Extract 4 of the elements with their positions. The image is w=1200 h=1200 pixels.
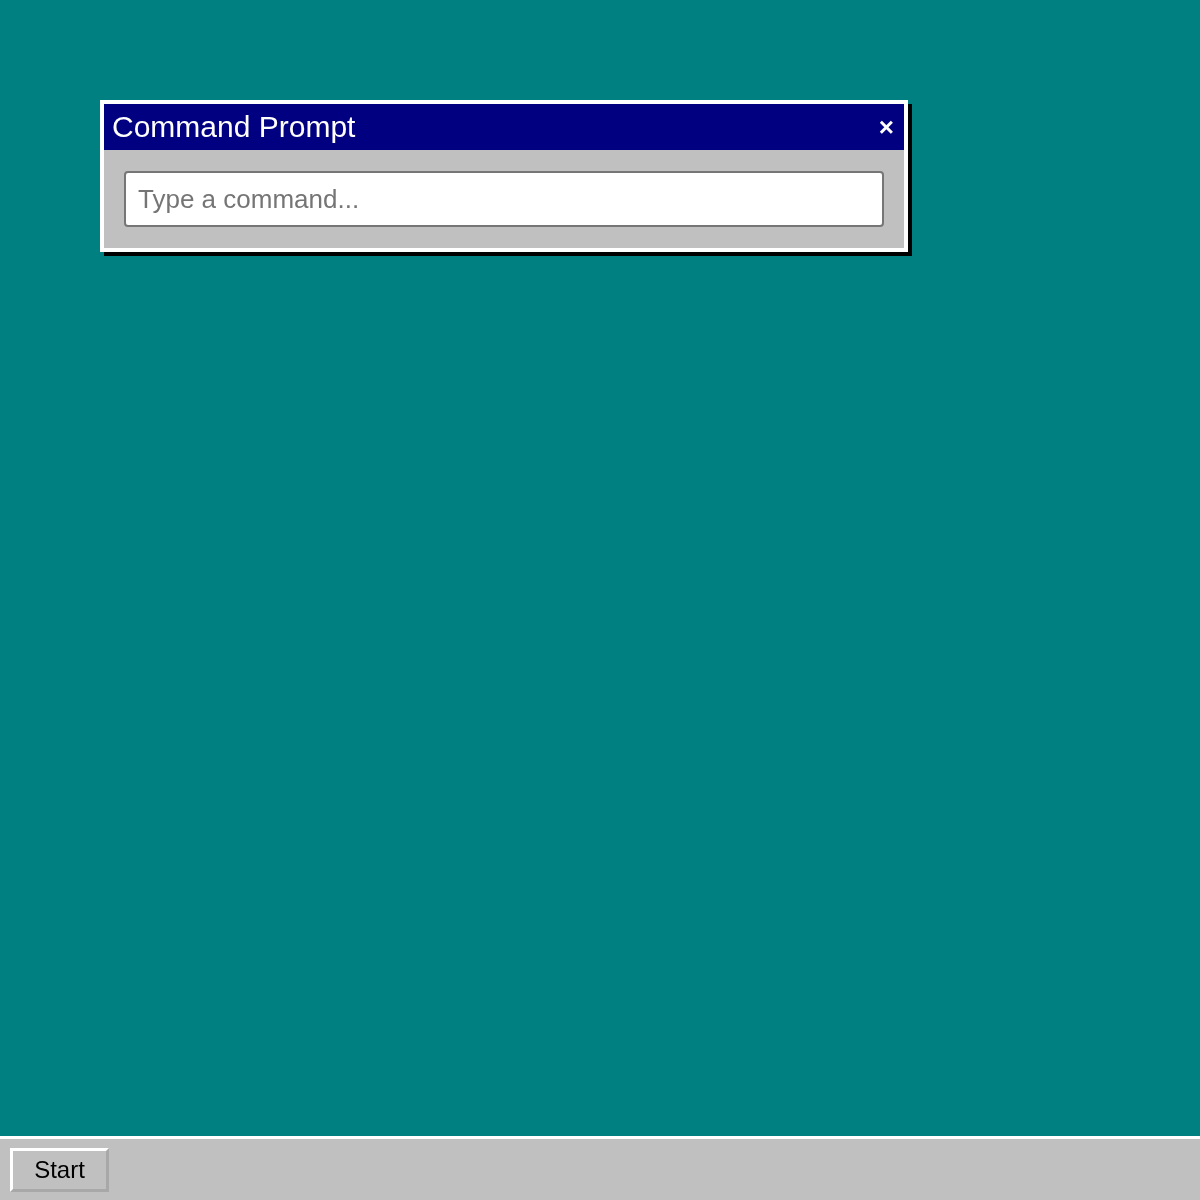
window-title: Command Prompt xyxy=(112,112,356,142)
command-input[interactable]: Type a command... xyxy=(124,171,884,227)
start-button[interactable]: Start xyxy=(10,1148,109,1192)
close-button[interactable]: × xyxy=(876,114,896,140)
